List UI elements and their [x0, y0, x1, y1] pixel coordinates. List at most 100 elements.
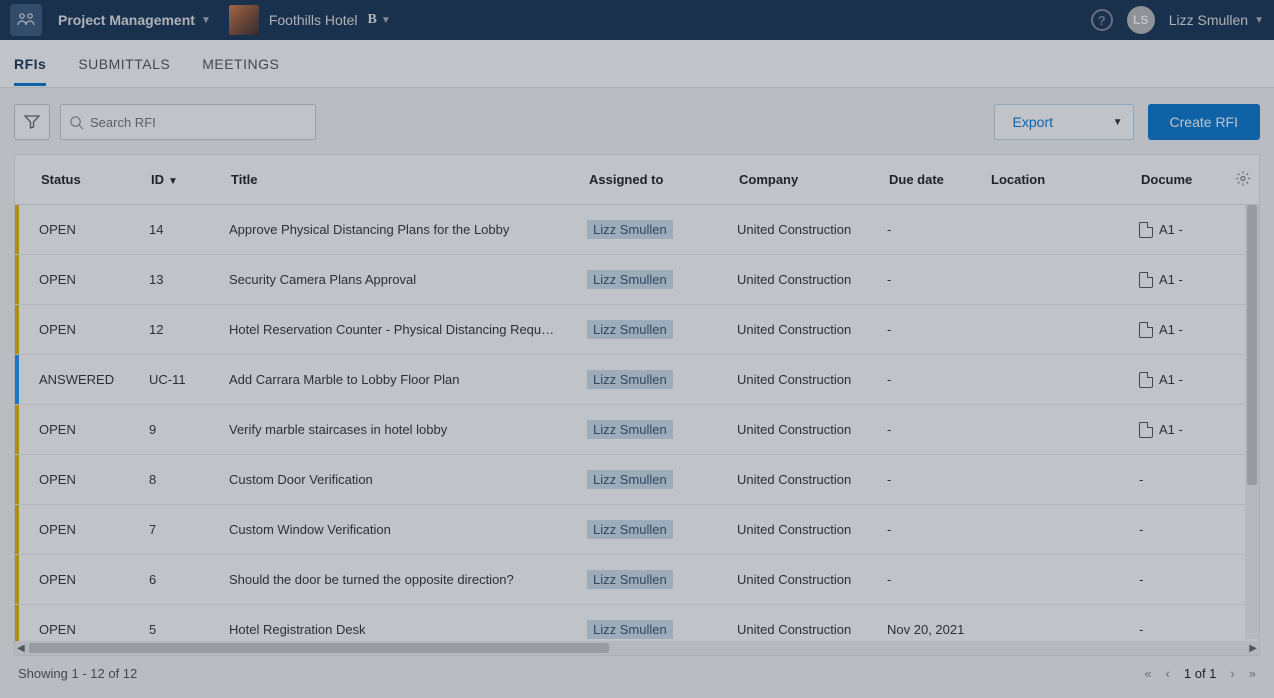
- create-rfi-button[interactable]: Create RFI: [1148, 104, 1260, 140]
- cell-id: UC-11: [149, 372, 229, 387]
- filter-icon: [24, 114, 40, 130]
- assignee-chip[interactable]: Lizz Smullen: [587, 370, 673, 389]
- user-name-label: Lizz Smullen: [1169, 12, 1248, 28]
- assignee-chip[interactable]: Lizz Smullen: [587, 270, 673, 289]
- table-row[interactable]: OPEN6Should the door be turned the oppos…: [15, 555, 1259, 605]
- horizontal-scrollbar[interactable]: ◀ ▶: [15, 641, 1259, 655]
- tab-submittals[interactable]: SUBMITTALS: [78, 56, 170, 72]
- cell-title: Hotel Reservation Counter - Physical Dis…: [229, 322, 587, 337]
- tab-rfis[interactable]: RFIs: [14, 56, 46, 72]
- cell-company: United Construction: [737, 322, 887, 337]
- assignee-chip[interactable]: Lizz Smullen: [587, 470, 673, 489]
- cell-assigned: Lizz Smullen: [587, 420, 737, 439]
- cell-due: Nov 20, 2021: [887, 622, 989, 637]
- cell-status: OPEN: [19, 272, 149, 287]
- showing-text: Showing 1 - 12 of 12: [18, 666, 137, 681]
- cell-assigned: Lizz Smullen: [587, 220, 737, 239]
- cell-id: 9: [149, 422, 229, 437]
- cell-document: A1 -: [1139, 222, 1219, 238]
- project-letter: B: [368, 12, 377, 28]
- cell-company: United Construction: [737, 222, 887, 237]
- assignee-chip[interactable]: Lizz Smullen: [587, 620, 673, 639]
- search-input[interactable]: [90, 115, 307, 130]
- module-dropdown[interactable]: Project Management ▼: [50, 12, 219, 28]
- pager-prev-icon[interactable]: ‹: [1166, 666, 1170, 681]
- col-company[interactable]: Company: [739, 172, 889, 187]
- col-assigned[interactable]: Assigned to: [589, 172, 739, 187]
- table-row[interactable]: OPEN7Custom Window VerificationLizz Smul…: [15, 505, 1259, 555]
- pager-first-icon[interactable]: «: [1144, 666, 1151, 681]
- tab-meetings[interactable]: MEETINGS: [202, 56, 279, 72]
- export-dropdown[interactable]: Export ▼: [994, 104, 1134, 140]
- scroll-right-icon[interactable]: ▶: [1249, 643, 1257, 654]
- toolbar: Export ▼ Create RFI: [0, 88, 1274, 154]
- cell-document: A1 -: [1139, 422, 1219, 438]
- cell-title: Should the door be turned the opposite d…: [229, 572, 587, 587]
- filter-button[interactable]: [14, 104, 50, 140]
- cell-status: OPEN: [19, 222, 149, 237]
- avatar: LS: [1127, 6, 1155, 34]
- project-letter-dropdown[interactable]: B ▼: [368, 12, 391, 28]
- chevron-down-icon: ▼: [381, 15, 391, 26]
- assignee-chip[interactable]: Lizz Smullen: [587, 420, 673, 439]
- table-settings-icon[interactable]: [1235, 170, 1251, 189]
- col-document[interactable]: Docume: [1141, 172, 1221, 187]
- user-menu[interactable]: Lizz Smullen ▼: [1169, 12, 1264, 28]
- cell-due: -: [887, 522, 989, 537]
- table-row[interactable]: OPEN5Hotel Registration DeskLizz Smullen…: [15, 605, 1259, 641]
- cell-due: -: [887, 472, 989, 487]
- table-row[interactable]: OPEN8Custom Door VerificationLizz Smulle…: [15, 455, 1259, 505]
- project-thumbnail: [229, 5, 259, 35]
- cell-company: United Construction: [737, 572, 887, 587]
- document-icon: [1139, 322, 1153, 338]
- table-row[interactable]: OPEN12Hotel Reservation Counter - Physic…: [15, 305, 1259, 355]
- cell-document: A1 -: [1139, 322, 1219, 338]
- assignee-chip[interactable]: Lizz Smullen: [587, 220, 673, 239]
- pager-next-icon[interactable]: ›: [1230, 666, 1234, 681]
- table-row[interactable]: OPEN9Verify marble staircases in hotel l…: [15, 405, 1259, 455]
- app-switcher-icon[interactable]: [10, 4, 42, 36]
- table-row[interactable]: OPEN13Security Camera Plans ApprovalLizz…: [15, 255, 1259, 305]
- search-icon: [69, 115, 84, 130]
- cell-document: A1 -: [1139, 372, 1219, 388]
- cell-title: Security Camera Plans Approval: [229, 272, 587, 287]
- cell-title: Approve Physical Distancing Plans for th…: [229, 222, 587, 237]
- cell-document: A1 -: [1139, 272, 1219, 288]
- cell-id: 13: [149, 272, 229, 287]
- assignee-chip[interactable]: Lizz Smullen: [587, 520, 673, 539]
- col-title[interactable]: Title: [231, 172, 589, 187]
- col-status[interactable]: Status: [21, 172, 151, 187]
- cell-title: Custom Door Verification: [229, 472, 587, 487]
- cell-company: United Construction: [737, 372, 887, 387]
- table-row[interactable]: OPEN14Approve Physical Distancing Plans …: [15, 205, 1259, 255]
- help-icon[interactable]: ?: [1091, 9, 1113, 31]
- pager-last-icon[interactable]: »: [1249, 666, 1256, 681]
- col-id[interactable]: ID ▼: [151, 172, 231, 187]
- col-id-label: ID: [151, 172, 164, 187]
- cell-status: OPEN: [19, 322, 149, 337]
- pager: « ‹ 1 of 1 › »: [1144, 666, 1256, 681]
- cell-document: -: [1139, 522, 1219, 537]
- cell-assigned: Lizz Smullen: [587, 620, 737, 639]
- module-label: Project Management: [58, 12, 195, 28]
- cell-status: ANSWERED: [19, 372, 149, 387]
- people-icon: [17, 11, 35, 29]
- search-box[interactable]: [60, 104, 316, 140]
- cell-assigned: Lizz Smullen: [587, 320, 737, 339]
- scrollbar-thumb[interactable]: [29, 643, 609, 653]
- table-row[interactable]: ANSWEREDUC-11Add Carrara Marble to Lobby…: [15, 355, 1259, 405]
- assignee-chip[interactable]: Lizz Smullen: [587, 320, 673, 339]
- vertical-scrollbar[interactable]: [1245, 205, 1259, 639]
- cell-company: United Construction: [737, 472, 887, 487]
- table-header: Status ID ▼ Title Assigned to Company Due…: [15, 155, 1259, 205]
- assignee-chip[interactable]: Lizz Smullen: [587, 570, 673, 589]
- sort-desc-icon: ▼: [168, 176, 178, 187]
- scroll-left-icon[interactable]: ◀: [17, 643, 25, 654]
- col-due[interactable]: Due date: [889, 172, 991, 187]
- scrollbar-thumb[interactable]: [1247, 205, 1257, 485]
- cell-status: OPEN: [19, 522, 149, 537]
- cell-assigned: Lizz Smullen: [587, 370, 737, 389]
- cell-id: 8: [149, 472, 229, 487]
- col-location[interactable]: Location: [991, 172, 1141, 187]
- cell-due: -: [887, 572, 989, 587]
